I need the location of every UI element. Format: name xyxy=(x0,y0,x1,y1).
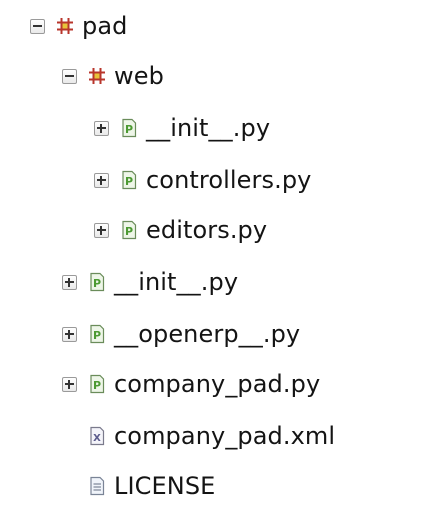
expand-toggle-icon[interactable] xyxy=(94,172,109,188)
tree-item-pad[interactable]: pad xyxy=(30,6,127,46)
expand-toggle-icon[interactable] xyxy=(62,274,77,290)
svg-text:P: P xyxy=(93,379,101,392)
tree-item-label: controllers.py xyxy=(146,166,312,194)
tree-item-company-pad-xml[interactable]: X company_pad.xml xyxy=(62,416,335,456)
tree-item-pad-init-py[interactable]: P __init__.py xyxy=(62,262,238,302)
svg-text:P: P xyxy=(125,225,133,238)
package-icon xyxy=(89,68,105,84)
tree-item-license[interactable]: LICENSE xyxy=(62,466,215,506)
expand-toggle-icon[interactable] xyxy=(62,326,77,342)
tree-item-label: __init__.py xyxy=(146,114,271,142)
project-tree: pad web P __init__.py P controllers.py P… xyxy=(0,0,431,502)
text-file-icon xyxy=(90,476,105,496)
svg-text:P: P xyxy=(125,123,133,136)
tree-item-label: company_pad.py xyxy=(114,370,321,398)
tree-item-label: __init__.py xyxy=(114,268,239,296)
tree-item-openerp-py[interactable]: P __openerp__.py xyxy=(62,314,300,354)
python-file-icon: P xyxy=(90,324,105,344)
expand-toggle-icon[interactable] xyxy=(62,376,77,392)
python-file-icon: P xyxy=(122,118,137,138)
tree-item-editors-py[interactable]: P editors.py xyxy=(94,210,267,250)
xml-file-icon: X xyxy=(90,426,105,446)
expand-toggle-icon[interactable] xyxy=(94,222,109,238)
expand-toggle-icon[interactable] xyxy=(94,120,109,136)
collapse-toggle-icon[interactable] xyxy=(30,18,45,34)
tree-item-controllers-py[interactable]: P controllers.py xyxy=(94,160,311,200)
python-file-icon: P xyxy=(122,170,137,190)
collapse-toggle-icon[interactable] xyxy=(62,68,77,84)
python-file-icon: P xyxy=(90,272,105,292)
svg-text:P: P xyxy=(93,277,101,290)
svg-text:X: X xyxy=(93,433,101,444)
tree-item-label: web xyxy=(114,62,164,90)
tree-item-label: LICENSE xyxy=(114,472,216,500)
tree-item-label: pad xyxy=(82,12,128,40)
tree-item-label: __openerp__.py xyxy=(114,320,301,348)
tree-item-label: editors.py xyxy=(146,216,268,244)
tree-item-company-pad-py[interactable]: P company_pad.py xyxy=(62,364,320,404)
python-file-icon: P xyxy=(90,374,105,394)
svg-text:P: P xyxy=(125,175,133,188)
tree-item-web[interactable]: web xyxy=(62,56,164,96)
svg-text:P: P xyxy=(93,329,101,342)
python-file-icon: P xyxy=(122,220,137,240)
tree-item-web-init-py[interactable]: P __init__.py xyxy=(94,108,270,148)
tree-item-label: company_pad.xml xyxy=(114,422,336,450)
package-icon xyxy=(57,18,73,34)
